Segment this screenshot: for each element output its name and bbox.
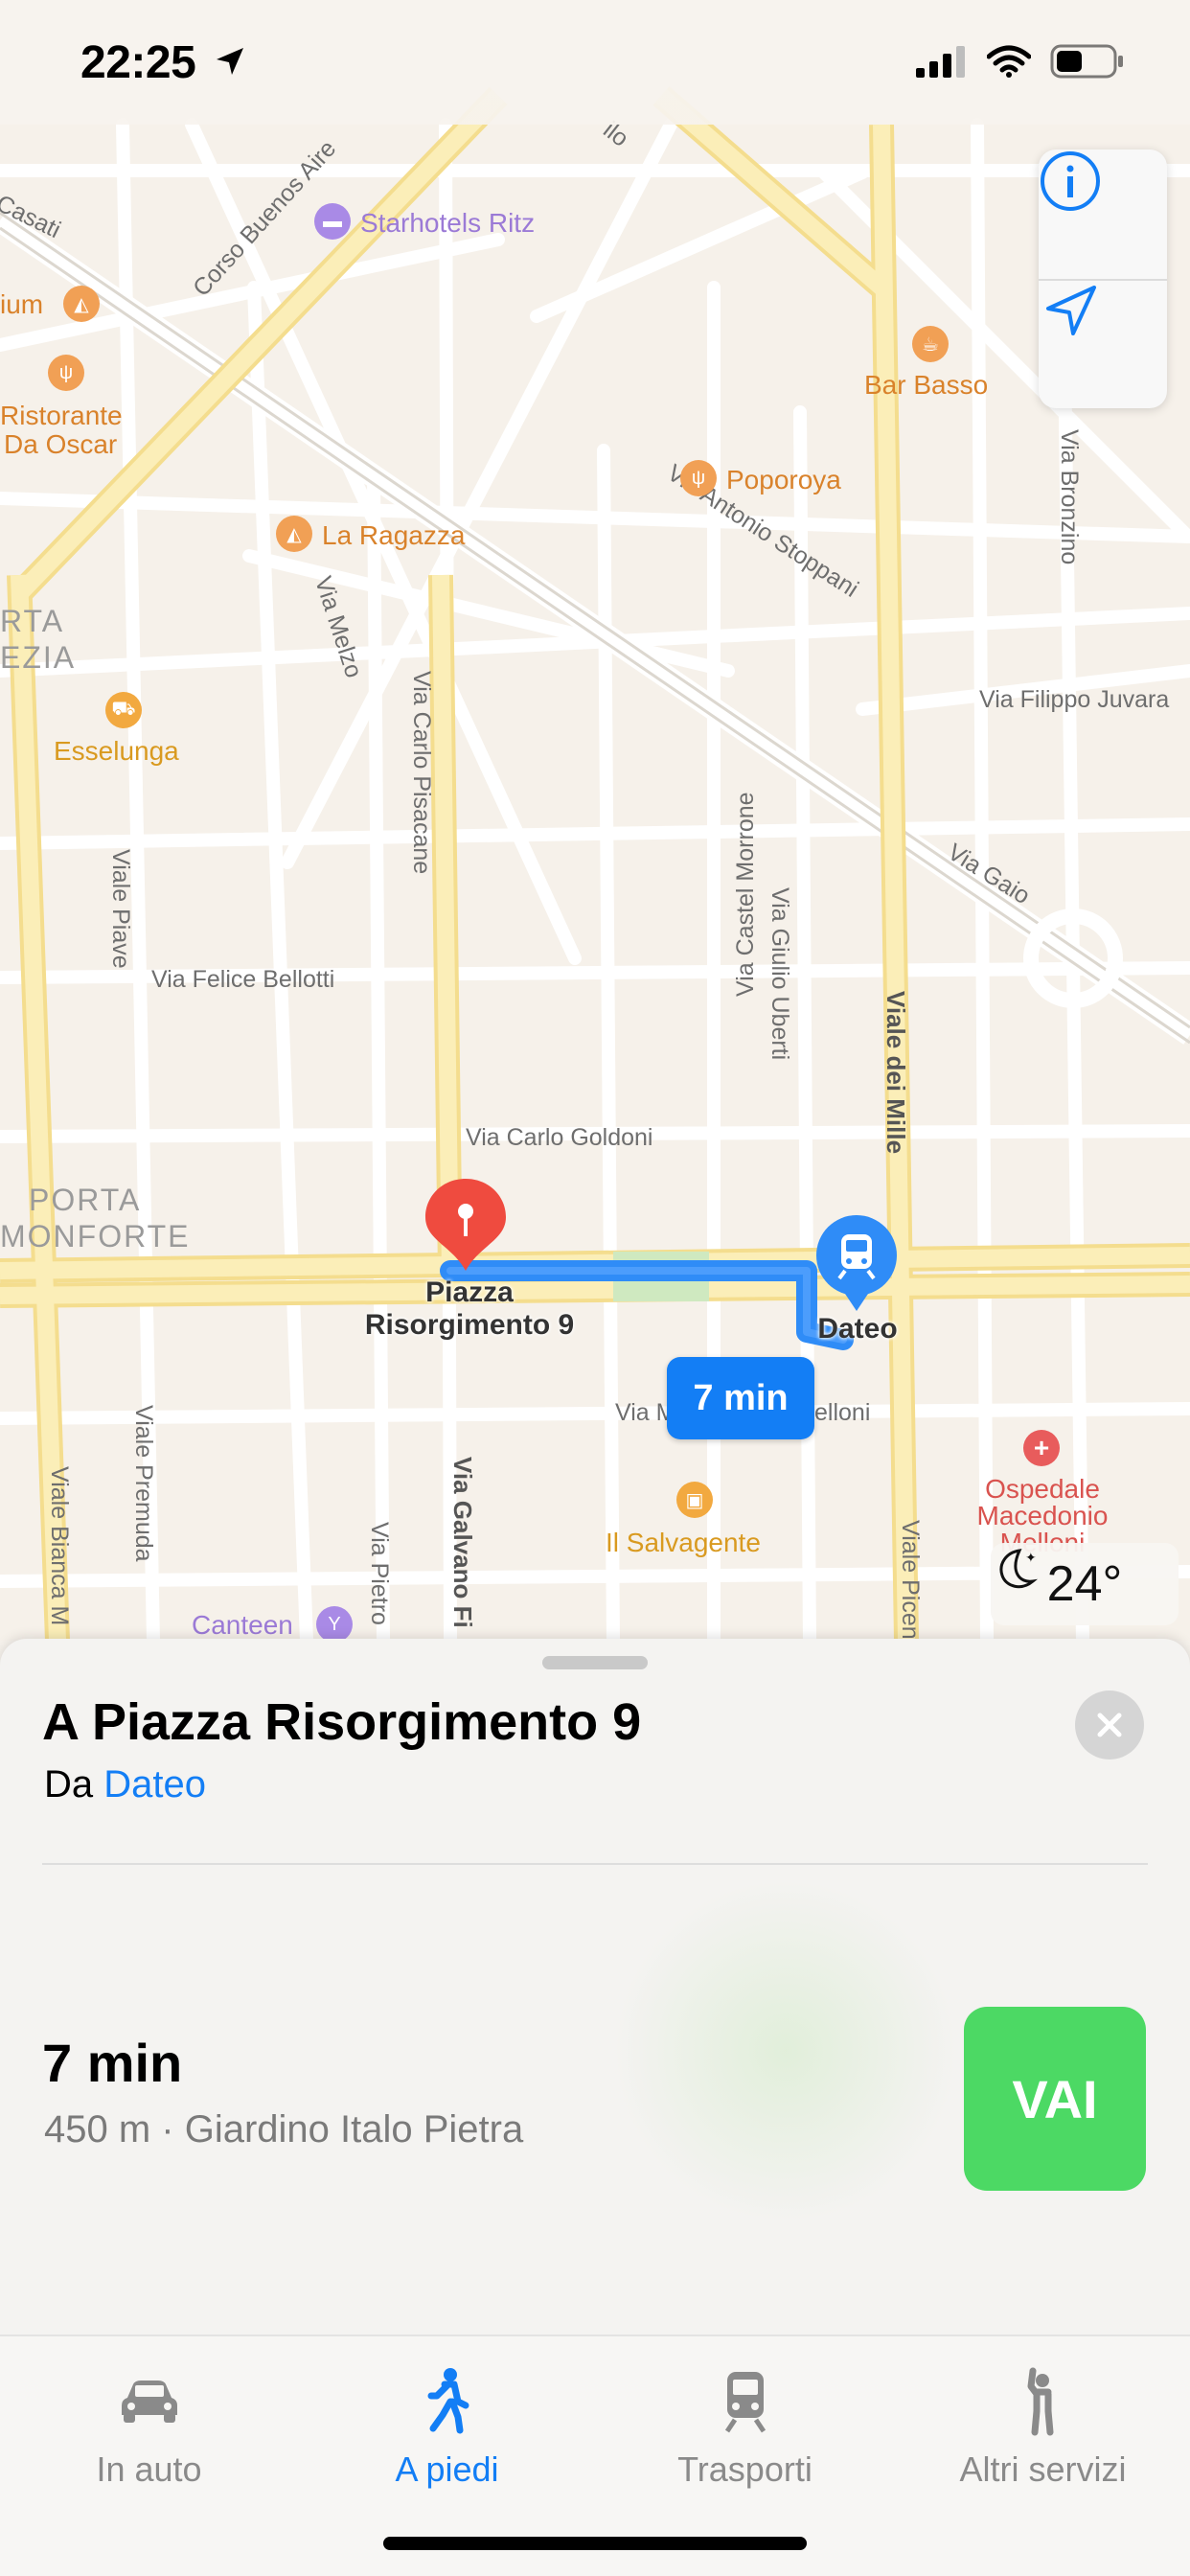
restaurant-icon[interactable]: ψ xyxy=(680,460,717,496)
poi-label[interactable]: Starhotels Ritz xyxy=(360,208,535,239)
tab-label: Trasporti xyxy=(677,2450,812,2489)
origin-prefix: Da xyxy=(44,1763,94,1806)
street-label: Viale Bianca M xyxy=(46,1466,73,1626)
street-label: Via Bronzino xyxy=(1056,429,1083,565)
poi-label[interactable]: Il Salvagente xyxy=(606,1528,761,1558)
train-icon xyxy=(816,1215,897,1311)
temperature: 24° xyxy=(1046,1556,1123,1612)
street-label: Via Pietro xyxy=(366,1522,393,1625)
route-duration: 7 min xyxy=(42,2033,183,2093)
info-button[interactable] xyxy=(1039,150,1167,278)
shopping-cart-icon[interactable]: ⛟ xyxy=(105,692,142,728)
close-button[interactable] xyxy=(1075,1690,1144,1760)
info-icon xyxy=(1041,151,1100,211)
tab-in-auto[interactable]: In auto xyxy=(0,2365,298,2490)
street-label: Viale Premuda xyxy=(130,1405,157,1562)
location-arrow-icon xyxy=(1046,286,1096,335)
status-time: 22:25 xyxy=(80,37,196,88)
status-icons xyxy=(916,44,1125,79)
poi-label[interactable]: Poporoya xyxy=(726,465,841,495)
poi-label[interactable]: Da Oscar xyxy=(4,429,117,460)
walking-icon xyxy=(427,2368,469,2434)
tab-a-piedi[interactable]: A piedi xyxy=(298,2365,596,2490)
close-icon xyxy=(1097,1713,1122,1737)
street-label: Viale Piave xyxy=(107,849,134,969)
street-label: Viale dei Mille xyxy=(881,991,910,1155)
map-pin-icon xyxy=(425,1179,506,1271)
locate-me-button[interactable] xyxy=(1039,280,1167,408)
svg-text:✦: ✦ xyxy=(1025,1551,1037,1566)
origin-link[interactable]: Dateo xyxy=(103,1763,206,1806)
destination-pin-label-line: Risorgimento 9 xyxy=(364,1309,575,1341)
tab-trasporti[interactable]: Trasporti xyxy=(596,2365,894,2490)
status-bar: 22:25 xyxy=(0,0,1190,125)
sheet-glow xyxy=(613,1878,958,2223)
tab-label: A piedi xyxy=(395,2450,499,2489)
briefcase-icon[interactable]: ▣ xyxy=(676,1482,713,1518)
street-label: Via Carlo Goldoni xyxy=(466,1124,653,1151)
cellular-signal-icon xyxy=(916,46,965,78)
poi-label[interactable]: Canteen xyxy=(192,1610,293,1641)
tab-altri-servizi[interactable]: Altri servizi xyxy=(894,2365,1190,2490)
district-label: EZIA xyxy=(0,640,77,675)
hospital-icon[interactable]: + xyxy=(1023,1430,1060,1466)
moon-icon: ✦ xyxy=(999,1549,1039,1589)
poi-label[interactable]: Bar Basso xyxy=(864,370,988,401)
cafe-icon[interactable]: ☕ xyxy=(912,326,949,362)
destination-pin-label: Piazza Risorgimento 9 xyxy=(326,1276,613,1342)
restaurant-icon[interactable]: ψ xyxy=(48,355,84,391)
route-time-bubble[interactable]: 7 min xyxy=(667,1357,814,1439)
poi-label[interactable]: ium xyxy=(0,289,43,320)
destination-title: A Piazza Risorgimento 9 xyxy=(42,1693,642,1751)
pizza-icon[interactable]: ◭ xyxy=(276,516,312,552)
poi-label[interactable]: Ristorante xyxy=(0,401,123,431)
street-label: Via Carlo Pisacane xyxy=(408,671,435,875)
destination-pin[interactable] xyxy=(423,1177,508,1273)
wifi-icon xyxy=(987,45,1031,78)
tab-label: In auto xyxy=(96,2450,202,2489)
pizza-icon[interactable]: ◭ xyxy=(63,286,100,322)
go-button[interactable]: VAI xyxy=(964,2007,1146,2191)
map-view[interactable]: ilo Casati Corso Buenos Aire Via Antonio… xyxy=(0,0,1190,1641)
cocktail-icon[interactable]: Y xyxy=(316,1606,353,1641)
poi-label[interactable]: Esselunga xyxy=(54,736,179,767)
destination-pin-label-line: Piazza xyxy=(425,1276,514,1308)
train-icon xyxy=(724,2372,766,2433)
car-icon xyxy=(121,2380,177,2423)
map-controls xyxy=(1039,150,1167,408)
district-label: MONFORTE xyxy=(0,1219,191,1254)
origin-pin-label: Dateo xyxy=(817,1313,898,1345)
street-label: elloni xyxy=(814,1399,871,1426)
home-indicator[interactable] xyxy=(383,2537,807,2550)
street-label: Via Felice Bellotti xyxy=(151,966,335,993)
poi-label[interactable]: La Ragazza xyxy=(322,520,465,551)
district-label: PORTA xyxy=(29,1183,142,1217)
hail-icon xyxy=(1027,2367,1053,2436)
district-label: RTA xyxy=(0,604,65,638)
street-label: Via Castel Morrone xyxy=(732,792,759,997)
street-label: Via Filippo Juvara xyxy=(979,686,1170,713)
poi-label-line: Ospedale xyxy=(985,1474,1100,1504)
sheet-grabber[interactable] xyxy=(542,1656,648,1669)
street-label: Via Giulio Uberti xyxy=(767,887,793,1061)
poi-label-line: Macedonio xyxy=(976,1501,1109,1530)
origin-line: Da Dateo xyxy=(44,1763,206,1806)
battery-icon xyxy=(1050,44,1123,79)
tab-label: Altri servizi xyxy=(959,2450,1127,2489)
map-canvas xyxy=(0,0,1190,1641)
location-services-icon xyxy=(217,48,243,75)
weather-badge: ✦ 24° xyxy=(991,1543,1179,1625)
divider xyxy=(42,1863,1148,1865)
route-details: 450 m · Giardino Italo Pietra xyxy=(44,2108,524,2150)
directions-sheet: A Piazza Risorgimento 9 Da Dateo 7 min 4… xyxy=(0,1639,1190,2576)
street-label: Viale Picen xyxy=(897,1520,924,1640)
street-label: Via Galvano Fi xyxy=(448,1457,477,1628)
hotel-icon[interactable]: ▬ xyxy=(314,203,351,240)
origin-pin[interactable] xyxy=(814,1213,899,1313)
